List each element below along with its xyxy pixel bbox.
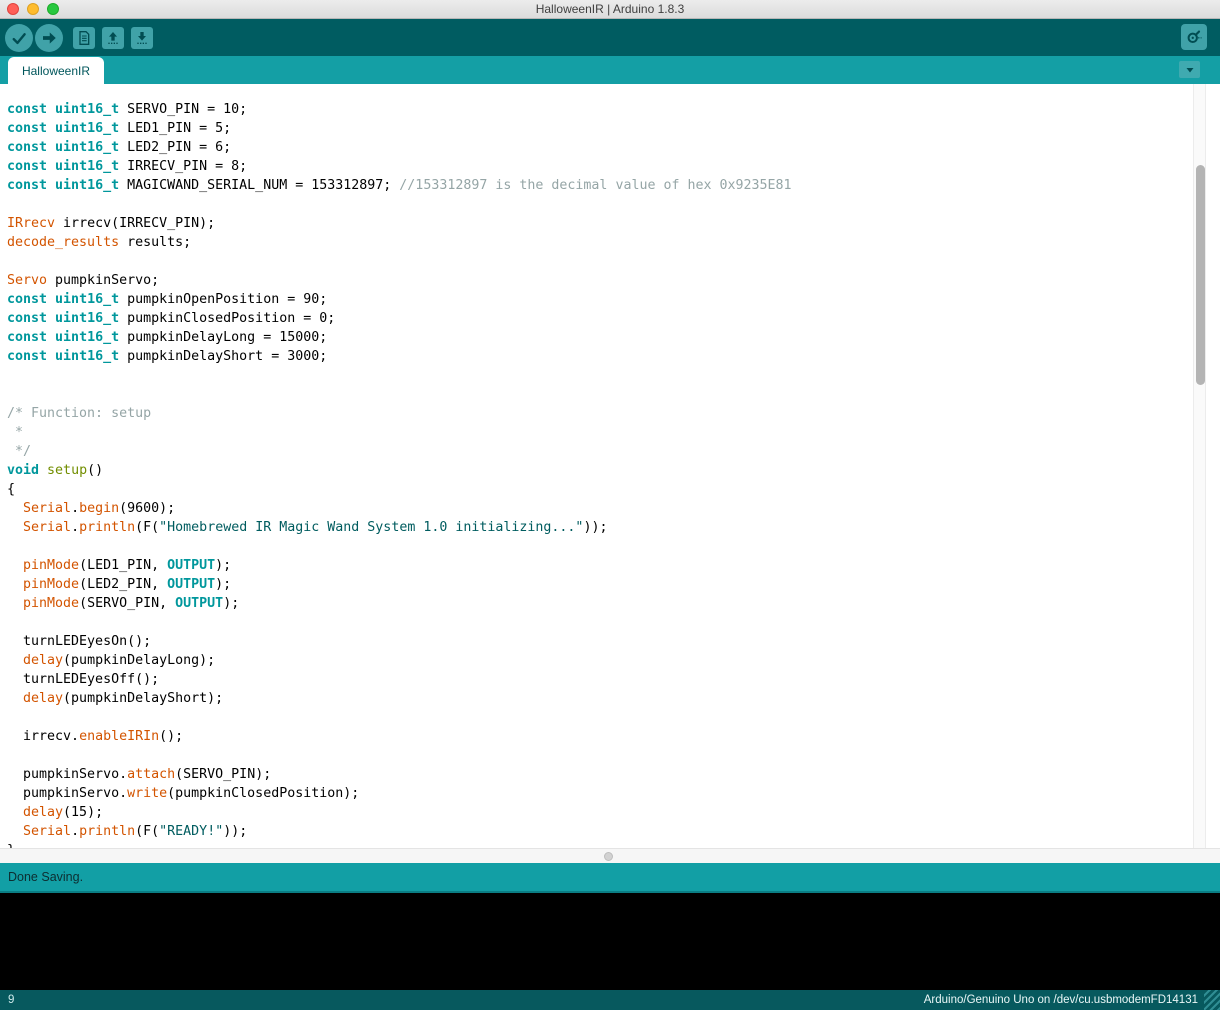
code-line: const uint16_t pumpkinClosedPosition = 0… (7, 309, 1193, 328)
code-line: pinMode(LED2_PIN, OUTPUT); (7, 575, 1193, 594)
document-icon (76, 30, 92, 46)
code-line: turnLEDEyesOn(); (7, 632, 1193, 651)
code-line: const uint16_t IRRECV_PIN = 8; (7, 157, 1193, 176)
code-line: turnLEDEyesOff(); (7, 670, 1193, 689)
arrow-right-icon (40, 29, 58, 47)
code-line: const uint16_t LED2_PIN = 6; (7, 138, 1193, 157)
code-line: const uint16_t SERVO_PIN = 10; (7, 100, 1193, 119)
save-button[interactable] (131, 27, 153, 49)
editor-console-splitter[interactable] (0, 848, 1220, 863)
toolbar (0, 19, 1220, 56)
footer-bar: 9 Arduino/Genuino Uno on /dev/cu.usbmode… (0, 990, 1220, 1010)
code-line (7, 746, 1193, 765)
window-title: HalloweenIR | Arduino 1.8.3 (0, 2, 1220, 16)
vertical-scrollbar[interactable] (1193, 84, 1206, 848)
title-bar: HalloweenIR | Arduino 1.8.3 (0, 0, 1220, 19)
code-line: const uint16_t pumpkinDelayLong = 15000; (7, 328, 1193, 347)
upload-button[interactable] (35, 24, 63, 52)
code-line (7, 537, 1193, 556)
serial-monitor-button[interactable] (1181, 24, 1207, 50)
status-bar: Done Saving. (0, 863, 1220, 893)
code-line: */ (7, 442, 1193, 461)
code-line: const uint16_t LED1_PIN = 5; (7, 119, 1193, 138)
code-line: pinMode(LED1_PIN, OUTPUT); (7, 556, 1193, 575)
code-line (7, 252, 1193, 271)
arrow-up-icon (105, 30, 121, 46)
tab-strip: HalloweenIR (0, 56, 1220, 84)
new-sketch-button[interactable] (73, 27, 95, 49)
code-line: delay(15); (7, 803, 1193, 822)
splitter-handle-icon (604, 852, 613, 861)
code-line: irrecv.enableIRIn(); (7, 727, 1193, 746)
code-line: { (7, 480, 1193, 499)
code-line: Serial.println(F("Homebrewed IR Magic Wa… (7, 518, 1193, 537)
code-line: const uint16_t MAGICWAND_SERIAL_NUM = 15… (7, 176, 1193, 195)
code-line: const uint16_t pumpkinOpenPosition = 90; (7, 290, 1193, 309)
board-port-indicator: Arduino/Genuino Uno on /dev/cu.usbmodemF… (924, 994, 1198, 1006)
tab-label: HalloweenIR (22, 64, 90, 78)
code-line: IRrecv irrecv(IRRECV_PIN); (7, 214, 1193, 233)
code-line (7, 385, 1193, 404)
code-line: delay(pumpkinDelayLong); (7, 651, 1193, 670)
tab-halloweenir[interactable]: HalloweenIR (8, 57, 104, 84)
code-line (7, 708, 1193, 727)
code-area[interactable]: const uint16_t SERVO_PIN = 10;const uint… (0, 84, 1193, 848)
magnifier-icon (1184, 27, 1204, 47)
code-line: Servo pumpkinServo; (7, 271, 1193, 290)
code-line: Serial.begin(9600); (7, 499, 1193, 518)
code-line: pumpkinServo.attach(SERVO_PIN); (7, 765, 1193, 784)
console-output[interactable] (0, 893, 1220, 990)
chevron-down-icon (1184, 65, 1196, 75)
code-line: const uint16_t pumpkinDelayShort = 3000; (7, 347, 1193, 366)
open-button[interactable] (102, 27, 124, 49)
code-line: * (7, 423, 1193, 442)
code-line: Serial.println(F("READY!")); (7, 822, 1193, 841)
verify-button[interactable] (5, 24, 33, 52)
code-line (7, 195, 1193, 214)
line-number-indicator: 9 (8, 994, 14, 1006)
checkmark-icon (10, 29, 28, 47)
code-line (7, 613, 1193, 632)
vertical-scrollbar-thumb[interactable] (1196, 165, 1205, 385)
code-line: pinMode(SERVO_PIN, OUTPUT); (7, 594, 1193, 613)
tab-dropdown-button[interactable] (1179, 61, 1200, 78)
code-line (7, 366, 1193, 385)
resize-grip-icon[interactable] (1204, 990, 1220, 1010)
code-line: } (7, 841, 1193, 848)
status-message: Done Saving. (8, 870, 83, 884)
code-line: void setup() (7, 461, 1193, 480)
code-line: /* Function: setup (7, 404, 1193, 423)
code-line: decode_results results; (7, 233, 1193, 252)
editor-pane: const uint16_t SERVO_PIN = 10;const uint… (0, 84, 1220, 848)
code-line: pumpkinServo.write(pumpkinClosedPosition… (7, 784, 1193, 803)
arrow-down-icon (134, 30, 150, 46)
code-line: delay(pumpkinDelayShort); (7, 689, 1193, 708)
